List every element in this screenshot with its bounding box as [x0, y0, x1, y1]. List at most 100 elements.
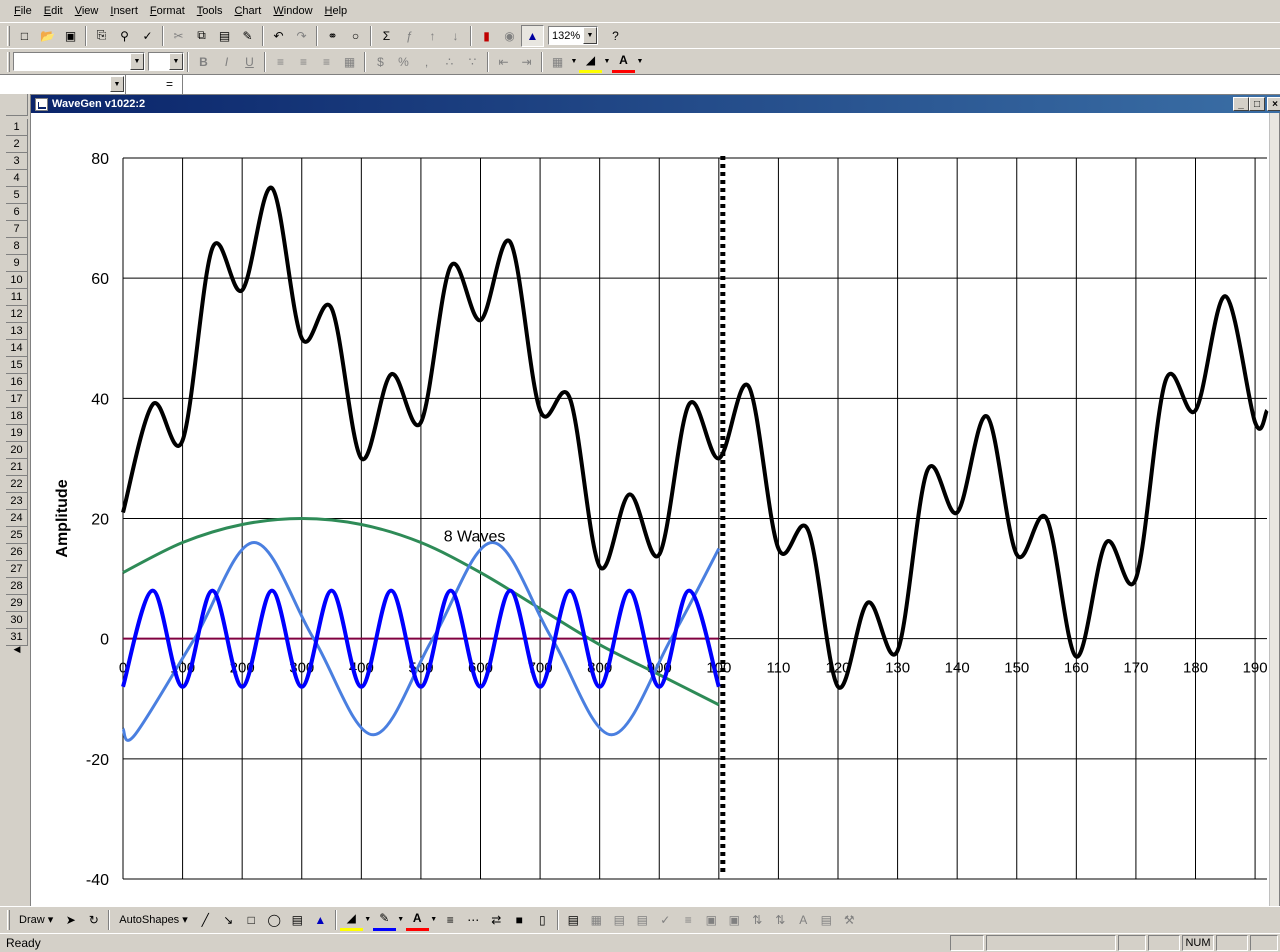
arrow-icon[interactable]: ↘ [217, 909, 240, 931]
chevron-down-icon[interactable]: ▼ [110, 76, 124, 92]
save-icon[interactable]: ▣ [59, 25, 82, 47]
row-header[interactable]: 2 [6, 136, 28, 153]
ungroup-icon[interactable]: ▣ [723, 909, 746, 931]
by-row-icon[interactable]: ▤ [608, 909, 631, 931]
chevron-down-icon[interactable]: ▼ [130, 53, 144, 70]
percent-button[interactable]: % [392, 51, 415, 73]
row-header[interactable]: 25 [6, 527, 28, 544]
paste-icon[interactable]: ▤ [213, 25, 236, 47]
menu-chart[interactable]: Chart [228, 3, 267, 19]
send-backward-icon[interactable]: ⇅ [769, 909, 792, 931]
spelling-icon[interactable]: ✓ [136, 25, 159, 47]
shadow-icon[interactable]: ■ [508, 909, 531, 931]
chevron-down-icon[interactable]: ▼ [396, 909, 406, 931]
print-preview-icon[interactable]: ⚲ [113, 25, 136, 47]
row-header[interactable]: 30 [6, 612, 28, 629]
chart-wizard-icon[interactable]: ▮ [475, 25, 498, 47]
cut-icon[interactable]: ✂ [167, 25, 190, 47]
row-header[interactable]: 22 [6, 476, 28, 493]
restore-icon[interactable]: □ [1249, 97, 1265, 111]
oval-icon[interactable]: ◯ [263, 909, 286, 931]
redo-icon[interactable]: ↷ [290, 25, 313, 47]
wordart-icon[interactable]: ▲ [309, 909, 332, 931]
chevron-down-icon[interactable]: ▼ [602, 51, 612, 73]
align-right-icon[interactable]: ≡ [315, 51, 338, 73]
print-icon[interactable]: ⎘ [90, 25, 113, 47]
row-header[interactable]: 13 [6, 323, 28, 340]
row-header[interactable]: 21 [6, 459, 28, 476]
row-header[interactable]: 17 [6, 391, 28, 408]
underline-button[interactable]: U [238, 51, 261, 73]
vertical-scrollbar[interactable] [1269, 113, 1279, 909]
align-icon[interactable]: ≡ [677, 909, 700, 931]
increase-indent-icon[interactable]: ⇥ [515, 51, 538, 73]
rectangle-icon[interactable]: □ [240, 909, 263, 931]
row-header[interactable]: 5 [6, 187, 28, 204]
row-header[interactable]: 20 [6, 442, 28, 459]
menu-insert[interactable]: Insert [104, 3, 144, 19]
sort-descending-icon[interactable]: ↓ [444, 25, 467, 47]
row-header[interactable]: 6 [6, 204, 28, 221]
chevron-down-icon[interactable]: ▼ [169, 53, 183, 70]
menu-file[interactable]: File [8, 3, 38, 19]
row-header[interactable]: 19 [6, 425, 28, 442]
borders-icon[interactable]: ▦ [546, 51, 569, 73]
data-table-icon[interactable]: ▦ [585, 909, 608, 931]
web-toolbar-icon[interactable]: ○ [344, 25, 367, 47]
drawing-icon[interactable]: ▲ [521, 24, 544, 47]
row-header[interactable]: 10 [6, 272, 28, 289]
autosum-icon[interactable]: Σ [375, 25, 398, 47]
help-icon[interactable]: ? [604, 25, 627, 47]
row-header[interactable]: 29 [6, 595, 28, 612]
font-select[interactable]: ▼ [13, 52, 145, 71]
bring-forward-icon[interactable]: ⇅ [746, 909, 769, 931]
chevron-down-icon[interactable]: ▼ [583, 27, 597, 44]
hyperlink-icon[interactable]: ⚭ [321, 25, 344, 47]
copy-icon[interactable]: ⧉ [190, 25, 213, 47]
chevron-down-icon[interactable]: ▼ [635, 51, 645, 73]
row-header[interactable]: 3 [6, 153, 28, 170]
map-icon[interactable]: ◉ [498, 25, 521, 47]
minimize-icon[interactable]: _ [1233, 97, 1249, 111]
row-header[interactable]: 18 [6, 408, 28, 425]
menu-help[interactable]: Help [319, 3, 354, 19]
row-header[interactable]: 24 [6, 510, 28, 527]
font-size-select[interactable]: ▼ [148, 52, 184, 71]
bold-button[interactable]: B [192, 51, 215, 73]
3d-icon[interactable]: ▯ [531, 909, 554, 931]
row-header[interactable]: 11 [6, 289, 28, 306]
line-icon[interactable]: ╱ [194, 909, 217, 931]
menu-view[interactable]: View [69, 3, 105, 19]
row-header[interactable]: 23 [6, 493, 28, 510]
decrease-indent-icon[interactable]: ⇤ [492, 51, 515, 73]
row-header[interactable]: 8 [6, 238, 28, 255]
italic-button[interactable]: I [215, 51, 238, 73]
row-header[interactable]: 28 [6, 578, 28, 595]
new-icon[interactable]: □ [13, 25, 36, 47]
format-painter-icon[interactable]: ✎ [236, 25, 259, 47]
row-header[interactable]: 16 [6, 374, 28, 391]
chart-type-icon[interactable]: ▤ [562, 909, 585, 931]
chevron-down-icon[interactable]: ▼ [569, 51, 579, 73]
text-icon[interactable]: A [792, 909, 815, 931]
row-header[interactable]: 12 [6, 306, 28, 323]
toolbar-grip[interactable] [7, 25, 10, 46]
name-box[interactable]: ▼ [0, 75, 126, 94]
comma-button[interactable]: , [415, 51, 438, 73]
font-color-icon[interactable]: A [405, 909, 429, 931]
row-header[interactable]: 7 [6, 221, 28, 238]
align-center-icon[interactable]: ≡ [292, 51, 315, 73]
zoom-select[interactable]: 132% ▼ [548, 26, 598, 45]
sort-ascending-icon[interactable]: ↑ [421, 25, 444, 47]
group-icon[interactable]: ▣ [700, 909, 723, 931]
align-left-icon[interactable]: ≡ [269, 51, 292, 73]
chevron-down-icon[interactable]: ▼ [429, 909, 439, 931]
toolbar-grip[interactable] [7, 909, 10, 930]
decrease-decimal-icon[interactable]: ∵ [461, 51, 484, 73]
chart-window-titlebar[interactable]: WaveGen v1022:2 _ □ × [31, 95, 1280, 113]
picture-icon[interactable]: ▤ [815, 909, 838, 931]
select-all-corner[interactable] [6, 94, 28, 116]
chevron-down-icon[interactable]: ▼ [363, 909, 373, 931]
free-rotate-icon[interactable]: ↻ [82, 909, 105, 931]
row-header[interactable]: 27 [6, 561, 28, 578]
